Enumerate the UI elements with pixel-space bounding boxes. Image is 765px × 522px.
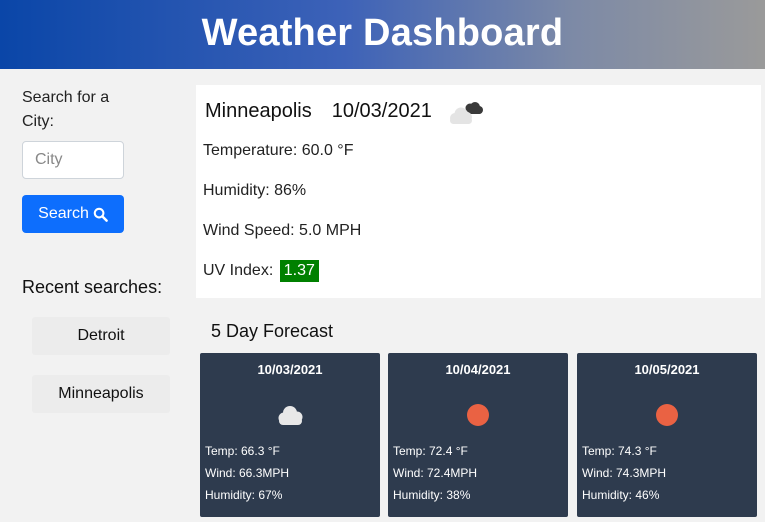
current-uv-index: UV Index: 1.37	[203, 260, 319, 282]
forecast-temp: Temp: 66.3 °F	[205, 444, 280, 458]
forecast-humidity: Humidity: 67%	[205, 488, 283, 502]
forecast-humidity: Humidity: 38%	[393, 488, 471, 502]
forecast-date: 10/04/2021	[445, 362, 511, 377]
sun-icon	[649, 397, 685, 433]
clouds-icon	[446, 99, 486, 127]
forecast-wind: Wind: 74.3MPH	[582, 466, 667, 480]
current-wind-speed: Wind Speed: 5.0 MPH	[203, 222, 362, 239]
forecast-card: 10/05/2021 Temp: 74.3 °F Wind: 74.3MPH H…	[577, 353, 757, 517]
forecast-temp: Temp: 74.3 °F	[582, 444, 657, 458]
current-weather-panel: Minneapolis 10/03/2021 Temperature: 60.0…	[196, 85, 761, 298]
forecast-humidity: Humidity: 46%	[582, 488, 660, 502]
current-date: 10/03/2021	[331, 99, 432, 122]
forecast-date: 10/05/2021	[634, 362, 700, 377]
recent-searches-title: Recent searches:	[22, 277, 163, 297]
search-button[interactable]: Search	[22, 195, 124, 233]
forecast-title: 5 Day Forecast	[211, 321, 334, 341]
forecast-wind: Wind: 66.3MPH	[205, 466, 290, 480]
uv-index-badge: 1.37	[279, 260, 319, 282]
search-icon	[93, 207, 108, 222]
current-heading: Minneapolis 10/03/2021	[205, 97, 486, 125]
forecast-wind: Wind: 72.4MPH	[393, 466, 478, 480]
page-title: Weather Dashboard	[201, 11, 564, 54]
city-search-input[interactable]	[22, 141, 124, 179]
recent-search-item[interactable]: Detroit	[32, 317, 170, 355]
forecast-date: 10/03/2021	[257, 362, 323, 377]
recent-search-item[interactable]: Minneapolis	[32, 375, 170, 413]
current-humidity: Humidity: 86%	[203, 182, 307, 199]
uv-index-label: UV Index:	[203, 262, 274, 279]
search-button-label: Search	[38, 205, 89, 222]
current-city: Minneapolis	[205, 99, 312, 122]
sun-icon	[460, 397, 496, 433]
current-temperature: Temperature: 60.0 °F	[203, 142, 354, 159]
forecast-temp: Temp: 72.4 °F	[393, 444, 468, 458]
app-header: Weather Dashboard	[0, 0, 765, 69]
forecast-card: 10/03/2021 Temp: 66.3 °F Wind: 66.3MPH H…	[200, 353, 380, 517]
cloud-icon	[272, 397, 308, 433]
search-label: Search for a City:	[22, 89, 110, 130]
forecast-card: 10/04/2021 Temp: 72.4 °F Wind: 72.4MPH H…	[388, 353, 568, 517]
